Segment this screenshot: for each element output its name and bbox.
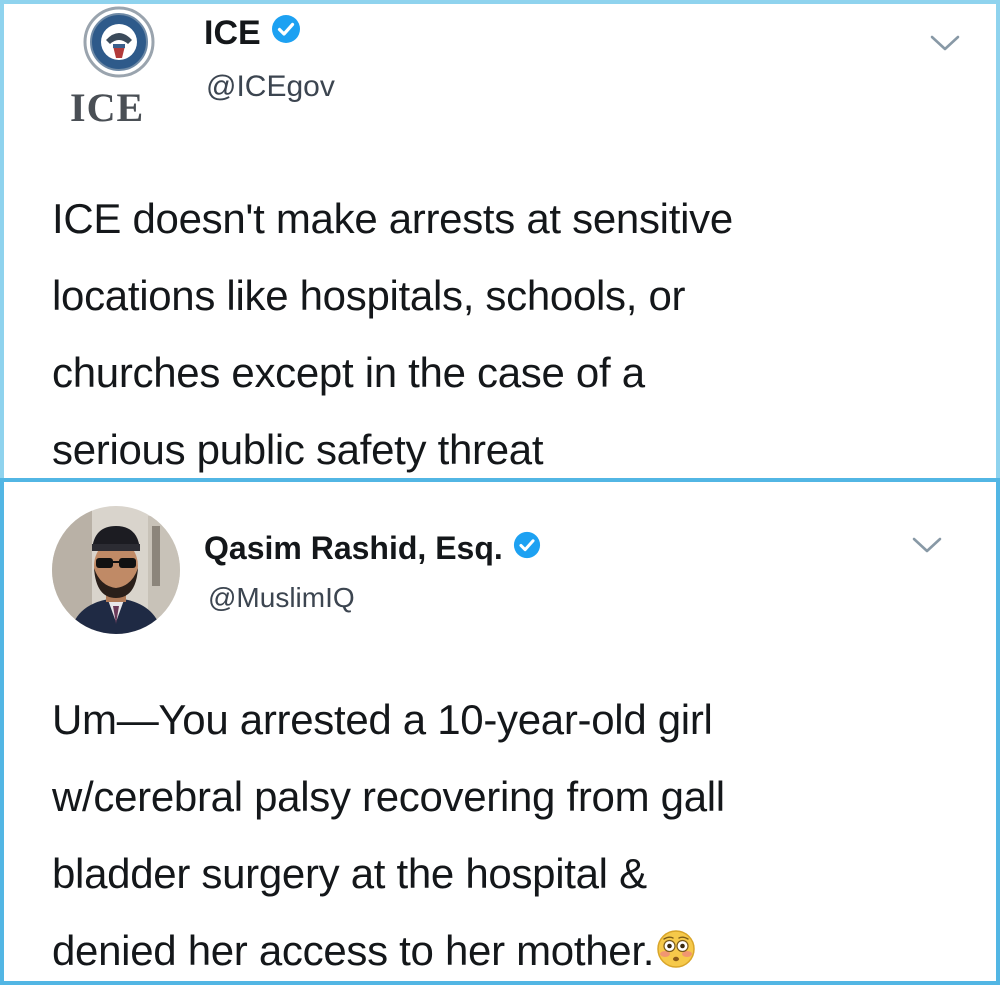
verified-badge-icon xyxy=(271,14,301,53)
tweet-text-line: Um—You arrested a 10-year-old girl xyxy=(52,696,713,743)
display-name-text[interactable]: ICE xyxy=(204,14,261,53)
tweet-text-line: ICE doesn't make arrests at sensitive xyxy=(52,195,733,242)
verified-badge-icon xyxy=(513,530,541,567)
tweet-text-line-last: denied her access to her mother. xyxy=(52,912,956,993)
profile-photo-avatar[interactable] xyxy=(52,506,180,634)
tweet-text-line: denied her access to her mother. xyxy=(52,927,655,974)
tweet-text-line: w/cerebral palsy recovering from gall xyxy=(52,773,725,820)
display-name[interactable]: ICE xyxy=(204,14,301,53)
tweet-text: ICE doesn't make arrests at sensitive lo… xyxy=(52,180,956,488)
flushed-face-emoji xyxy=(656,916,696,993)
display-name[interactable]: Qasim Rashid, Esq. xyxy=(204,530,541,567)
tweet-text-line: serious public safety threat xyxy=(52,426,544,473)
tweet-ice[interactable]: ICE ICE @ICEgov ICE doesn't make arrests… xyxy=(0,0,1000,478)
handle[interactable]: @ICEgov xyxy=(206,70,335,104)
tweet-text-line: churches except in the case of a xyxy=(52,349,645,396)
handle[interactable]: @MuslimIQ xyxy=(208,582,355,614)
display-name-text[interactable]: Qasim Rashid, Esq. xyxy=(204,530,503,567)
ice-avatar[interactable]: ICE xyxy=(56,4,186,134)
chevron-down-icon[interactable] xyxy=(910,534,944,556)
tweet-text-line: locations like hospitals, schools, or xyxy=(52,272,686,319)
chevron-down-icon[interactable] xyxy=(928,32,962,54)
tweet-text: Um—You arrested a 10-year-old girl w/cer… xyxy=(52,681,956,993)
ice-logo-text: ICE xyxy=(70,85,145,130)
tweet-reply[interactable]: Qasim Rashid, Esq. @MuslimIQ Um—You arre… xyxy=(0,478,1000,985)
tweet-text-line: bladder surgery at the hospital & xyxy=(52,850,647,897)
